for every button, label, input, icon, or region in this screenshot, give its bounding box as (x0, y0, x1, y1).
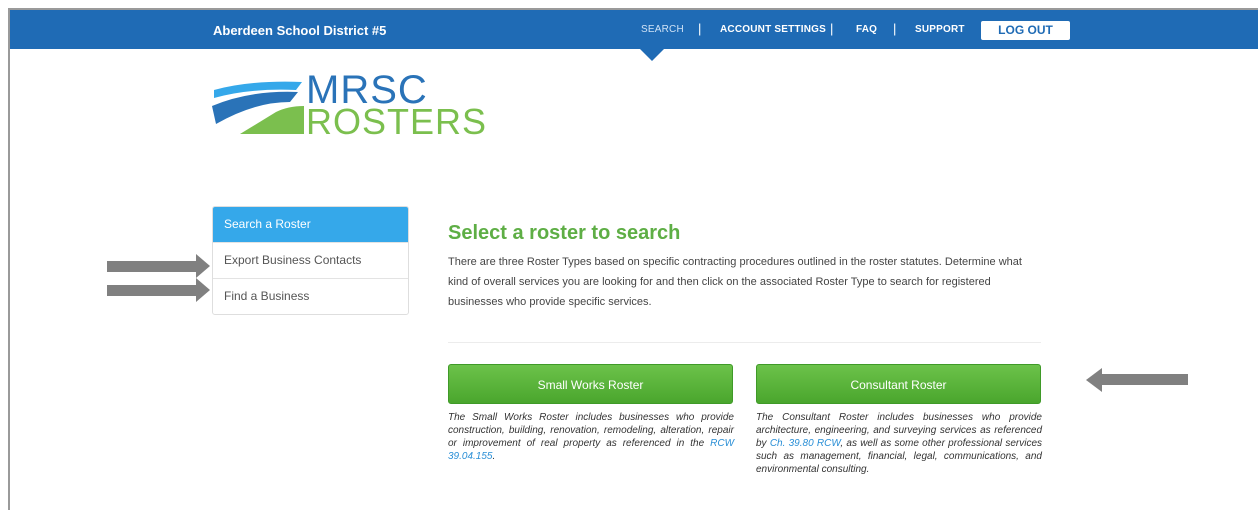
sidebar-item-find-business[interactable]: Find a Business (213, 278, 408, 314)
annotation-arrow-left-icon (1086, 368, 1102, 392)
page-title: Select a roster to search (448, 222, 681, 244)
small-works-roster-button[interactable]: Small Works Roster (448, 364, 733, 404)
nav-separator: | (698, 21, 702, 36)
logo-text-rosters: ROSTERS (306, 101, 488, 142)
sidebar-item-search-roster[interactable]: Search a Roster (213, 207, 408, 242)
nav-separator: | (893, 21, 897, 36)
annotation-arrow-shaft (107, 261, 197, 272)
divider (448, 342, 1041, 343)
ch-39-80-rcw-link[interactable]: Ch. 39.80 RCW (770, 438, 841, 449)
intro-text: There are three Roster Types based on sp… (448, 256, 1022, 308)
sidebar-item-export-contacts[interactable]: Export Business Contacts (213, 242, 408, 278)
top-navbar: Aberdeen School District #5 SEARCH | ACC… (10, 10, 1258, 49)
frame-border-left (8, 8, 10, 510)
district-name: Aberdeen School District #5 (213, 23, 387, 38)
nav-account-settings[interactable]: ACCOUNT SETTINGS (720, 24, 826, 35)
annotation-arrow-right-icon (196, 254, 210, 278)
consultant-description: The Consultant Roster includes businesse… (756, 412, 1043, 475)
annotation-arrow-shaft (107, 285, 197, 296)
annotation-arrow-right-icon (196, 278, 210, 302)
nav-separator: | (830, 21, 834, 36)
active-tab-caret-icon (640, 49, 664, 61)
sidebar-menu: Search a Roster Export Business Contacts… (212, 206, 409, 315)
nav-support[interactable]: SUPPORT (915, 24, 965, 35)
nav-search[interactable]: SEARCH (641, 24, 684, 35)
nav-faq[interactable]: FAQ (856, 24, 877, 35)
logout-button[interactable]: LOG OUT (981, 21, 1070, 40)
small-works-description: The Small Works Roster includes business… (448, 412, 735, 462)
consultant-roster-button[interactable]: Consultant Roster (756, 364, 1041, 404)
annotation-arrow-shaft (1101, 374, 1188, 385)
